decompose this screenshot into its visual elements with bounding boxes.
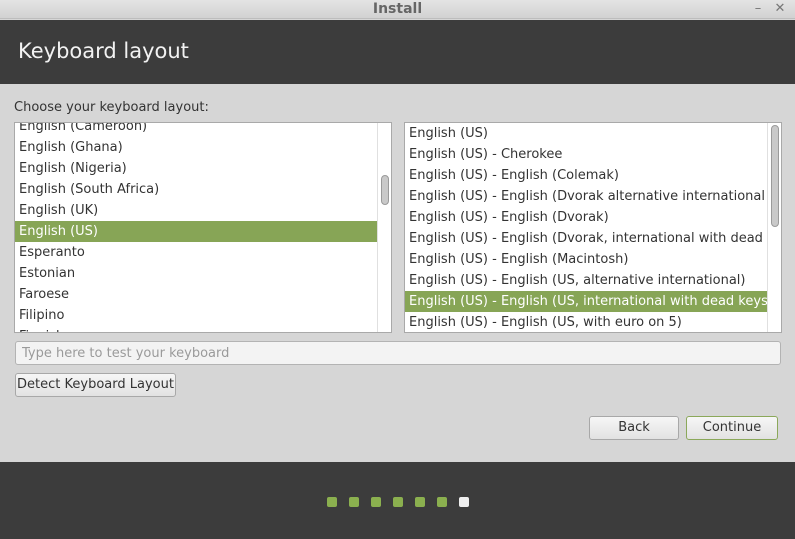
variant-list-item[interactable]: English (US) - English (Dvorak, internat…	[405, 228, 767, 249]
variant-list-item[interactable]: English (US) - English (US, internationa…	[405, 291, 767, 312]
layout-items: English (Cameroon) English (Ghana) English…	[15, 123, 377, 332]
layout-prompt: Choose your keyboard layout:	[14, 100, 209, 115]
layout-list-item[interactable]: English (Cameroon)	[15, 123, 377, 137]
layout-list-item[interactable]: English (Nigeria)	[15, 158, 377, 179]
window-title: Install	[372, 1, 423, 17]
layout-list-item[interactable]: Finnish	[15, 326, 377, 332]
back-button[interactable]: Back	[589, 416, 679, 440]
variant-items: English (US) English (US) - Cherokee Engli…	[405, 123, 767, 332]
variant-list-item[interactable]: English (US)	[405, 123, 767, 144]
progress-dot-current	[459, 497, 469, 507]
page-header: Keyboard layout	[0, 20, 795, 84]
variant-list-item[interactable]: English (US) - English (US, with euro on…	[405, 312, 767, 332]
progress-dot	[437, 497, 447, 507]
keyboard-test-input[interactable]	[15, 341, 781, 365]
close-icon[interactable]: ✕	[773, 1, 787, 16]
detect-keyboard-layout-button[interactable]: Detect Keyboard Layout	[15, 373, 176, 397]
continue-button[interactable]: Continue	[686, 416, 778, 440]
layout-list-item[interactable]: English (South Africa)	[15, 179, 377, 200]
variant-list-scroll-thumb[interactable]	[771, 125, 779, 227]
layout-list-item[interactable]: Esperanto	[15, 242, 377, 263]
window-titlebar: Install – ✕	[0, 0, 795, 19]
layout-list-item[interactable]: Estonian	[15, 263, 377, 284]
layout-list-item[interactable]: English (Ghana)	[15, 137, 377, 158]
layout-list-scroll-thumb[interactable]	[381, 175, 389, 205]
variant-list-item[interactable]: English (US) - English (Dvorak)	[405, 207, 767, 228]
progress-dot	[393, 497, 403, 507]
progress-dot	[327, 497, 337, 507]
layout-list-item[interactable]: Filipino	[15, 305, 377, 326]
layout-list-item[interactable]: Faroese	[15, 284, 377, 305]
layout-list-item[interactable]: English (US)	[15, 221, 377, 242]
variant-list-item[interactable]: English (US) - English (Macintosh)	[405, 249, 767, 270]
variant-list-item[interactable]: English (US) - English (Dvorak alternati…	[405, 186, 767, 207]
progress-dot	[349, 497, 359, 507]
page-title: Keyboard layout	[18, 39, 189, 63]
minimize-icon[interactable]: –	[751, 1, 765, 16]
variant-list-item[interactable]: English (US) - Cherokee	[405, 144, 767, 165]
variant-list-item[interactable]: English (US) - English (Colemak)	[405, 165, 767, 186]
variant-list-item[interactable]: English (US) - English (US, alternative …	[405, 270, 767, 291]
variant-list-scrollbar[interactable]	[767, 123, 781, 332]
layout-list-scrollbar[interactable]	[377, 123, 391, 332]
keyboard-layout-list[interactable]: English (Cameroon) English (Ghana) English…	[14, 122, 392, 333]
installer-footer	[0, 462, 795, 539]
progress-dot	[371, 497, 381, 507]
keyboard-variant-list[interactable]: English (US) English (US) - Cherokee Engli…	[404, 122, 782, 333]
layout-list-item[interactable]: English (UK)	[15, 200, 377, 221]
progress-dot	[415, 497, 425, 507]
